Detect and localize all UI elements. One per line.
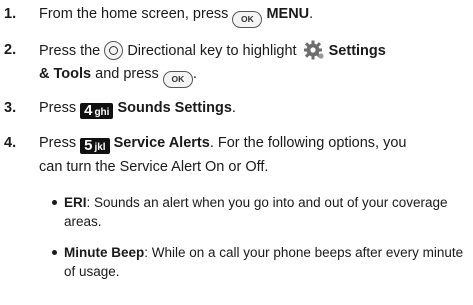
step-text: Press the Directional key to highlight S… (39, 40, 386, 61)
key-5-icon: 5 jkl (80, 138, 110, 154)
step-number: 3. (4, 100, 17, 116)
bullet-dot (52, 200, 57, 205)
bullet-eri: ERI: Sounds an alert when you go into an… (52, 193, 448, 212)
ok-key-icon: OK (162, 71, 193, 88)
key-4-icon: 4 ghi (80, 103, 114, 119)
directional-key-icon (104, 41, 124, 60)
step-text: From the home screen, press OK MENU. (39, 4, 313, 28)
bullet-minute-beep-continued: of usage. (64, 264, 120, 279)
settings-gear-icon (303, 40, 324, 60)
ok-key-icon: OK (232, 11, 263, 28)
step-text: Press 4 ghi Sounds Settings. (39, 100, 236, 119)
bullet-eri-continued: areas. (64, 214, 102, 229)
step-text: Press 5 jkl Service Alerts. For the follo… (39, 135, 407, 154)
bullet-dot (52, 250, 57, 255)
step-text: can turn the Service Alert On or Off. (39, 159, 269, 175)
step-number: 2. (4, 42, 17, 58)
bullet-minute-beep: Minute Beep: While on a call your phone … (52, 243, 463, 262)
step-text: & Tools and press OK. (39, 64, 197, 88)
step-number: 1. (4, 6, 17, 22)
step-number: 4. (4, 135, 17, 151)
